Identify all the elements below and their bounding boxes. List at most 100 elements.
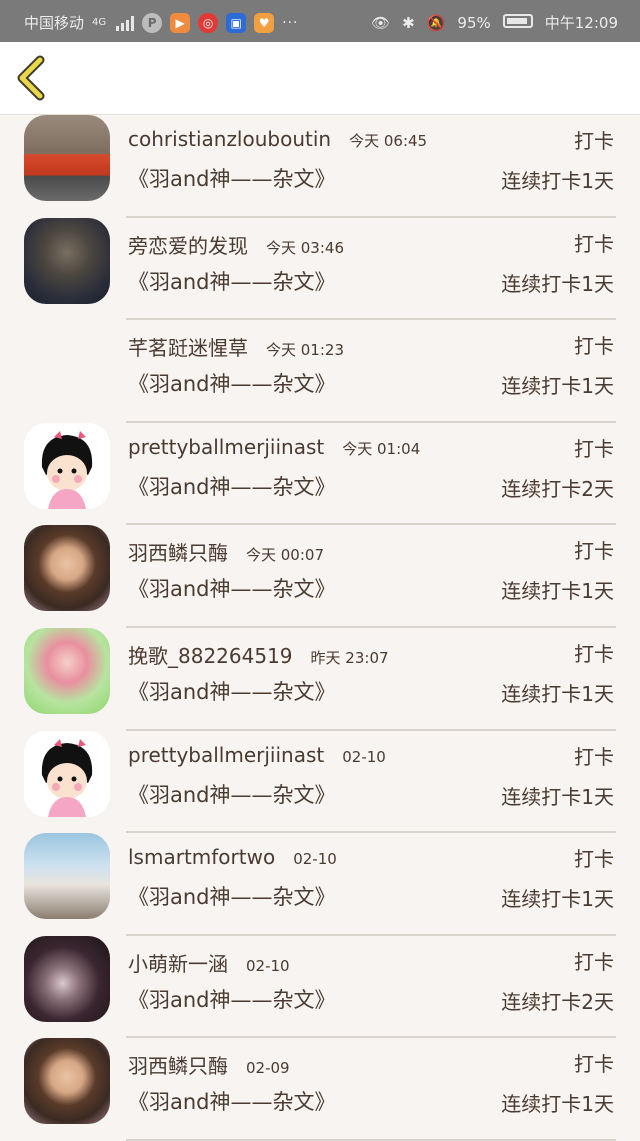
list-item[interactable]: 羽西鳞只酶 今天 00:07 《羽and神——杂文》 打卡连续打卡1天 [0,525,640,628]
music-app-icon: ◎ [198,12,219,33]
article-title[interactable]: 《羽and神——杂文》 [128,779,336,809]
avatar[interactable] [24,833,110,920]
article-title[interactable]: 《羽and神——杂文》 [128,163,336,193]
top-bar [0,42,640,115]
checkin-label: 打卡 [574,436,614,461]
list-item[interactable]: 芊茗跹迷惺草 今天 01:23 《羽and神——杂文》 打卡连续打卡1天 [0,320,640,423]
battery-icon [502,13,533,32]
streak-label: 连续打卡1天 [501,681,614,706]
status-bar: 中国移动 4G P ▶ ◎ ▣ ♥ ··· 👁 ✱ 🔕 95% 中午12:09 [0,0,640,42]
user-name[interactable]: 羽西鳞只酶 02-09 [128,1050,290,1079]
post-time: 昨天 23:07 [310,648,389,667]
user-name-text: cohristianzlouboutin [128,127,332,151]
play-app-icon: ▶ [170,12,191,33]
article-title[interactable]: 《羽and神——杂文》 [128,368,336,398]
user-name[interactable]: 旁恋爱的发现 今天 03:46 [128,230,344,259]
list-item[interactable]: cohristianzlouboutin 今天 06:45 《羽and神——杂文》 打… [0,115,640,218]
bluetooth-icon: ✱ [402,13,415,32]
streak-label: 连续打卡1天 [501,169,614,193]
video-app-icon: ▣ [226,12,247,33]
avatar[interactable] [24,730,110,817]
checkin-label: 打卡 [574,949,614,974]
list-item[interactable]: 旁恋爱的发现 今天 03:46 《羽and神——杂文》 打卡连续打卡1天 [0,217,640,321]
back-button[interactable] [12,54,56,102]
checkin-list: cohristianzlouboutin 今天 06:45 《羽and神——杂文》打… [0,115,640,1141]
user-name[interactable]: 小萌新一涵 02-10 [128,948,290,977]
eye-icon: 👁 [371,13,391,32]
status-right: 👁 ✱ 🔕 95% 中午12:09 [371,12,618,33]
more-notifications-icon: ··· [282,14,299,31]
streak-label: 连续打卡1天 [501,374,614,399]
user-name-text: lsmartmfortwo [128,845,276,870]
status-left: 中国移动 4G P ▶ ◎ ▣ ♥ ··· [24,12,299,33]
user-name-text: 羽西鳞只酶 [128,1054,228,1079]
post-time: 02-10 [246,956,290,975]
user-name-text: 小萌新一涵 [128,951,228,976]
battery-percent: 95% [457,13,491,32]
carrier-label: 中国移动 [24,14,85,32]
streak-label: 连续打卡1天 [501,579,614,604]
user-name-text: 羽西鳞只酶 [128,541,228,566]
user-name[interactable]: 挽歌_882264519 昨天 23:07 [128,640,389,669]
article-title[interactable]: 《羽and神——杂文》 [128,984,336,1014]
checkin-label: 打卡 [574,641,614,666]
checkin-label: 打卡 [574,129,614,153]
checkin-label: 打卡 [574,539,614,564]
post-time: 02-09 [246,1059,290,1078]
post-time: 今天 01:23 [266,341,344,360]
streak-label: 连续打卡2天 [501,476,614,501]
heart-app-icon: ♥ [254,12,275,33]
chevron-left-icon [17,55,45,101]
avatar[interactable] [24,422,110,509]
mute-icon: 🔕 [426,13,446,32]
user-name[interactable]: 羽西鳞只酶 今天 00:07 [128,537,324,566]
streak-label: 连续打卡2天 [501,989,614,1014]
checkin-label: 打卡 [574,847,614,872]
article-title[interactable]: 《羽and神——杂文》 [128,471,336,501]
signal-icon [116,15,135,31]
post-time: 今天 03:46 [266,238,344,257]
user-name[interactable]: prettyballmerjiinast 今天 01:04 [128,435,420,459]
article-title[interactable]: 《羽and神——杂文》 [128,1086,336,1116]
avatar[interactable] [24,217,110,304]
post-time: 02-10 [293,850,337,869]
checkin-label: 打卡 [574,1052,614,1077]
list-item[interactable]: prettyballmerjiinast 02-10 《羽and神——杂文》 打卡连续… [0,730,640,834]
avatar[interactable] [24,115,110,201]
streak-label: 连续打卡1天 [501,784,614,809]
post-time: 02-10 [342,747,386,766]
user-name[interactable]: cohristianzlouboutin 今天 06:45 [128,127,427,151]
user-name-text: 旁恋爱的发现 [128,233,248,258]
parking-app-icon: P [142,12,163,33]
checkin-label: 打卡 [574,744,614,769]
network-label: 4G [92,17,107,28]
list-item[interactable]: 挽歌_882264519 昨天 23:07 《羽and神——杂文》 打卡连续打卡1天 [0,627,640,731]
streak-label: 连续打卡1天 [501,887,614,912]
streak-label: 连续打卡1天 [501,1092,614,1117]
post-time: 今天 06:45 [349,132,428,150]
article-title[interactable]: 《羽and神——杂文》 [128,881,336,911]
list-item[interactable]: prettyballmerjiinast 今天 01:04 《羽and神——杂文》 打… [0,422,640,526]
streak-label: 连续打卡1天 [501,271,614,296]
article-title[interactable]: 《羽and神——杂文》 [128,676,336,706]
post-time: 今天 00:07 [246,546,324,565]
user-name-text: 挽歌_882264519 [128,643,293,668]
user-name[interactable]: 芊茗跹迷惺草 今天 01:23 [128,332,344,361]
clock: 中午12:09 [544,14,618,32]
checkin-label: 打卡 [574,231,614,256]
post-time: 今天 01:04 [342,439,421,458]
article-title[interactable]: 《羽and神——杂文》 [128,573,336,603]
avatar[interactable] [24,525,110,612]
list-item[interactable]: 羽西鳞只酶 02-09 《羽and神——杂文》 打卡连续打卡1天 [0,1038,640,1141]
avatar[interactable] [24,935,110,1022]
checkin-label: 打卡 [574,334,614,359]
list-item[interactable]: lsmartmfortwo 02-10 《羽and神——杂文》 打卡连续打卡1天 [0,833,640,936]
avatar[interactable] [24,1038,110,1125]
avatar[interactable] [24,627,110,714]
user-name-text: 芊茗跹迷惺草 [128,336,248,361]
user-name[interactable]: prettyballmerjiinast 02-10 [128,743,386,767]
user-name-text: prettyballmerjiinast [128,742,325,767]
list-item[interactable]: 小萌新一涵 02-10 《羽and神——杂文》 打卡连续打卡2天 [0,935,640,1039]
user-name[interactable]: lsmartmfortwo 02-10 [128,845,337,869]
article-title[interactable]: 《羽and神——杂文》 [128,266,336,296]
